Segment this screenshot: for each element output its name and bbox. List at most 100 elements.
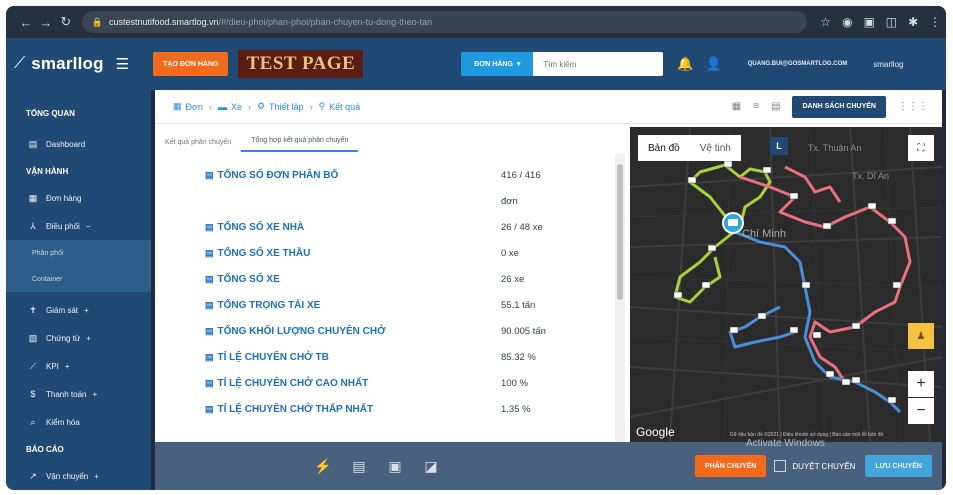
summary-scrollbar[interactable]: [615, 154, 625, 442]
summary-row: ▤ TỔNG KHỐI LƯỢNG CHUYÊN CHỞ 90.005 tấn: [205, 318, 615, 344]
browser-toolbar: ← → ↻ 🔒 custestnutifood.smartlog.vn /#/d…: [6, 6, 946, 38]
logo[interactable]: smarllog: [31, 54, 103, 74]
bell-icon[interactable]: 🔔: [677, 56, 693, 72]
sidebar-item-payment[interactable]: $ Thanh toán +: [6, 380, 151, 408]
collapse-icon: −: [85, 221, 91, 231]
sidebar-item-transport[interactable]: ↗ Vận chuyển +: [6, 462, 151, 490]
summary-label: TỔNG KHỐI LƯỢNG CHUYÊN CHỞ: [217, 325, 386, 337]
user-add-icon[interactable]: 👤: [706, 56, 722, 72]
reload-icon[interactable]: ↻: [56, 14, 76, 30]
summary-value: 0 xe: [501, 247, 519, 259]
list-icon[interactable]: ▤: [771, 101, 780, 112]
caret-down-icon: ▾: [516, 61, 521, 68]
sidebar-subitem-container[interactable]: Container: [6, 266, 151, 292]
scrollbar-thumb[interactable]: [617, 164, 623, 300]
dollar-icon: $: [30, 389, 36, 399]
summary-value: 100 %: [501, 377, 528, 389]
chevron-right-icon: ›: [247, 101, 251, 112]
summary-label: TỔNG SỐ XE NHÀ: [217, 221, 305, 233]
approve-trips-label[interactable]: DUYỆT CHUYẾN: [792, 462, 855, 471]
forward-arrow-icon[interactable]: →: [36, 15, 56, 30]
menu-dots-icon[interactable]: ⋮: [924, 15, 946, 29]
map-canvas: Chí Minh Tx. Thuận An Tx. Dĩ An: [630, 127, 942, 442]
map-marker-icon: ⚲: [318, 101, 326, 111]
action-bar: ⚡ ▤ ▣ ◪ PHÂN CHUYẾN DUYỆT CHUYẾN LƯU CHU…: [155, 442, 942, 490]
excel-file-icon[interactable]: ▣: [377, 458, 413, 475]
sidebar-item-monitoring[interactable]: ✝ Giám sát +: [6, 296, 151, 324]
logo-icon: ⟋: [14, 55, 26, 72]
star-icon[interactable]: ☆: [815, 15, 837, 29]
breadcrumb-item-orders[interactable]: ▦ Đơn: [173, 101, 203, 112]
breadcrumb-label: Đơn: [185, 101, 203, 112]
chevron-right-icon: ›: [208, 101, 212, 112]
expand-icon: +: [92, 389, 98, 399]
save-trips-button[interactable]: LƯU CHUYẾN: [865, 455, 932, 477]
document-icon: ▤: [205, 169, 214, 180]
list-trips-button[interactable]: DANH SÁCH CHUYẾN: [792, 95, 886, 118]
summary-label: TỔNG SỐ ĐƠN PHÂN BỔ: [217, 169, 339, 181]
hamburger-menu-icon[interactable]: ☰: [116, 55, 129, 73]
search-scope-dropdown[interactable]: ĐƠN HÀNG ▾: [461, 52, 534, 76]
filter-icon[interactable]: ≡: [753, 101, 759, 112]
tab-satellite[interactable]: Vệ tinh: [690, 135, 741, 161]
sidebar-item-label: KPI: [46, 361, 59, 371]
tab-map[interactable]: Bản đồ: [638, 135, 690, 161]
sidebar-item-dispatch[interactable]: ⅄ Điều phối −: [6, 212, 151, 240]
summary-row: ▤ TỔNG TRỌNG TẢI XE 55.1 tấn: [205, 292, 615, 318]
document-icon: ▤: [205, 403, 214, 414]
sidebar-subitem-distribution[interactable]: Phân phối: [6, 240, 151, 266]
eraser-icon[interactable]: ◪: [413, 458, 449, 475]
extension-icon[interactable]: ◉: [836, 15, 858, 29]
sidebar-item-label: Thanh toán: [46, 389, 87, 399]
sidebar-item-documents[interactable]: ▧ Chứng từ +: [6, 324, 151, 352]
create-order-button[interactable]: TẠO ĐƠN HÀNG: [153, 52, 229, 76]
street-view-pegman-icon[interactable]: ♟: [908, 323, 934, 349]
gear-icon: ⚙: [256, 101, 266, 111]
clipboard-list-icon[interactable]: ▤: [341, 458, 377, 475]
summary-row: ▤ TỈ LỆ CHUYÊN CHỞ THẤP NHẤT 1.35 %: [205, 396, 615, 422]
user-email[interactable]: QUANG.BUI@GOSMARTLOG.COM: [748, 61, 848, 67]
assign-trips-button[interactable]: PHÂN CHUYẾN: [695, 455, 767, 477]
expand-icon: +: [94, 471, 99, 481]
back-arrow-icon[interactable]: ←: [16, 15, 36, 30]
lasso-icon[interactable]: L: [770, 137, 788, 155]
approve-trips-checkbox[interactable]: [774, 460, 787, 472]
summary-value: đơn: [501, 195, 518, 207]
route-map[interactable]: Chí Minh Tx. Thuận An Tx. Dĩ An Bản đồ V…: [630, 127, 942, 442]
document-icon: ▤: [205, 299, 214, 310]
result-tabs: Kết quả phân chuyến Tổng hợp kết quả phâ…: [155, 126, 615, 152]
sidebar-item-orders[interactable]: ▦ Đơn hàng: [6, 184, 151, 212]
tab-trip-summary[interactable]: Tổng hợp kết quả phân chuyến: [241, 137, 359, 152]
map-city-label: Chí Minh: [742, 228, 786, 240]
sidebar-item-kpi[interactable]: ⟋ KPI +: [6, 352, 151, 380]
sidebar-item-inspection[interactable]: ⌕ Kiểm hóa: [6, 408, 151, 436]
search-input[interactable]: [533, 52, 664, 76]
summary-value: 26 xe: [501, 273, 525, 285]
extension-icon[interactable]: ◫: [880, 15, 902, 29]
breadcrumb-item-results[interactable]: ⚲ Kết quả: [319, 101, 361, 112]
map-place-label: Tx. Thuận An: [808, 143, 861, 153]
breadcrumb-item-vehicles[interactable]: ▬ Xe: [218, 102, 242, 112]
app-header: ⟋ smarllog ☰ TẠO ĐƠN HÀNG TEST PAGE ĐƠN …: [6, 38, 946, 90]
puzzle-icon[interactable]: ✱: [902, 15, 924, 29]
search-box-icon: ⌕: [30, 416, 36, 427]
main-content: ▦ Đơn › ▬ Xe › ⚙ Thiết lập › ⚲ Kết quả ▦…: [155, 90, 942, 442]
summary-row: ▤ TỈ LỆ CHUYÊN CHỞ CAO NHẤT 100 %: [205, 370, 615, 396]
tab-trip-results[interactable]: Kết quả phân chuyến: [155, 139, 241, 152]
calendar-icon[interactable]: ▦: [732, 101, 741, 112]
sidebar-item-dashboard[interactable]: ▤ Dashboard: [6, 130, 151, 158]
magic-wand-icon[interactable]: ⚡: [305, 458, 341, 475]
sidebar: TỔNG QUAN ▤ Dashboard VẬN HÀNH ▦ Đơn hàn…: [6, 90, 151, 490]
extension-icon[interactable]: ▣: [858, 15, 880, 29]
fullscreen-icon[interactable]: ⛶: [908, 135, 934, 161]
chart-line-icon: ⟋: [29, 360, 37, 371]
document-icon: ▤: [205, 325, 214, 336]
summary-row: ▤ TỔNG SỐ XE NHÀ 26 / 48 xe: [205, 214, 615, 240]
breadcrumb-item-settings[interactable]: ⚙ Thiết lập: [257, 101, 304, 112]
test-page-banner: TEST PAGE: [238, 50, 364, 78]
zoom-in-icon[interactable]: +: [908, 371, 934, 397]
grid-icon[interactable]: ⋮⋮⋮: [898, 101, 928, 112]
pin-icon: ✝: [29, 304, 37, 315]
address-bar[interactable]: 🔒 custestnutifood.smartlog.vn /#/dieu-ph…: [81, 11, 807, 33]
zoom-out-icon[interactable]: −: [908, 398, 934, 424]
